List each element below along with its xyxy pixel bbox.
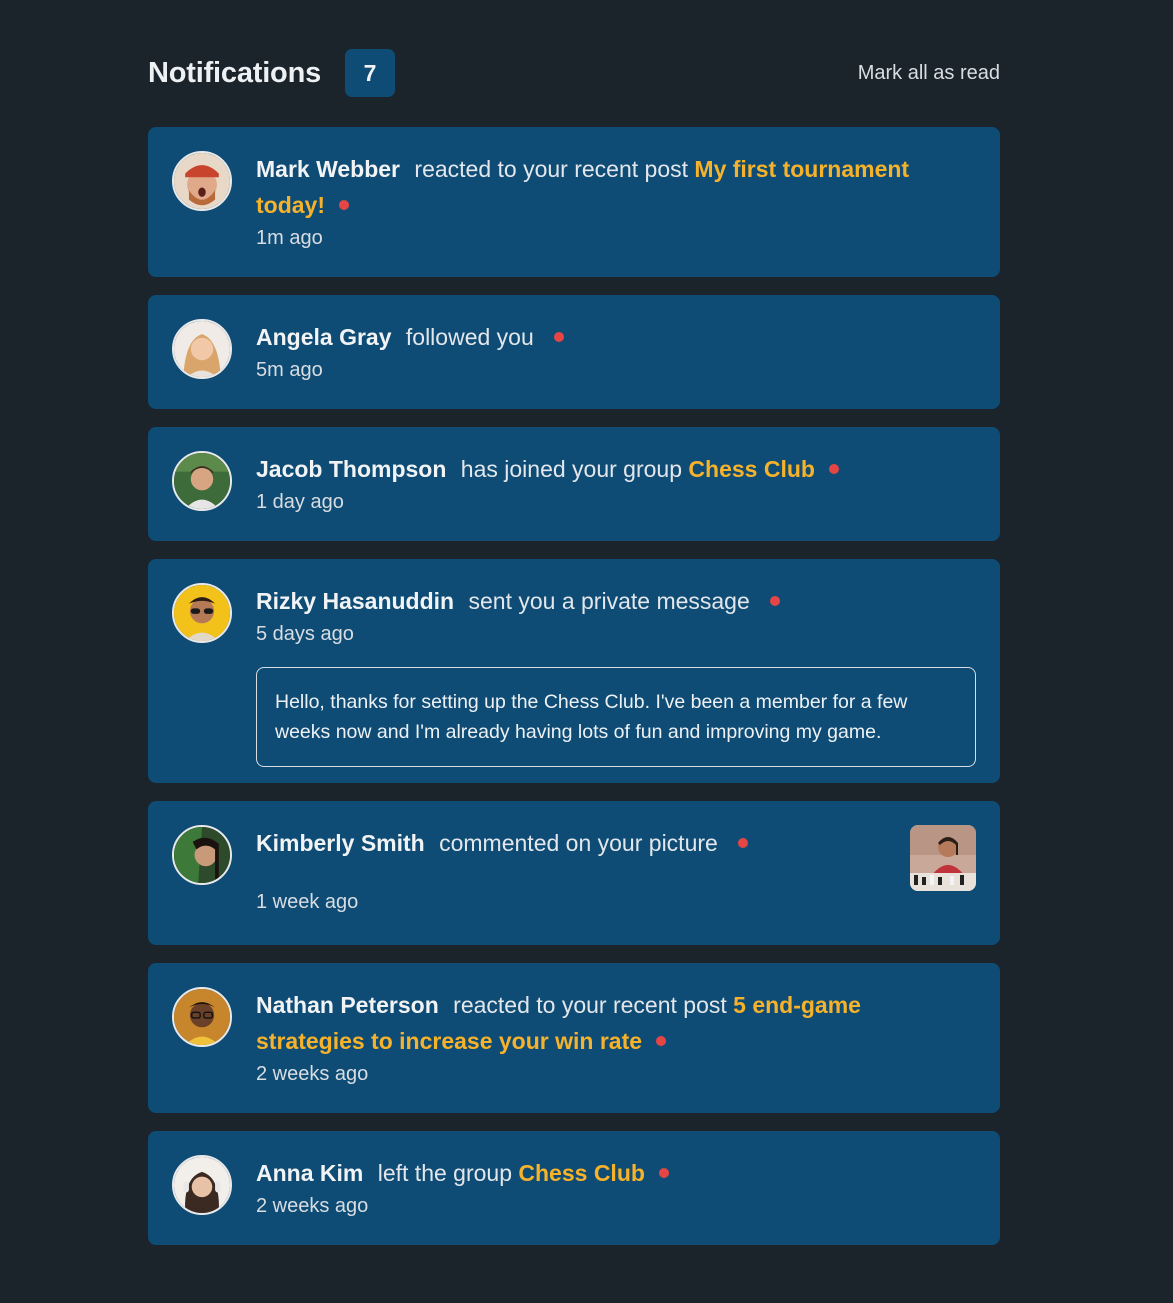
notification-text: Anna Kim left the group Chess Club [256, 1155, 976, 1191]
avatar-nathan-peterson-icon[interactable] [172, 987, 232, 1047]
timestamp: 5m ago [256, 359, 323, 381]
avatar-jacob-thompson-icon[interactable] [172, 451, 232, 511]
group-link[interactable]: Chess Club [518, 1160, 645, 1186]
avatar-angela-gray-icon[interactable] [172, 319, 232, 379]
notification-action: has joined your group [460, 456, 683, 482]
notification-action: reacted to your recent post [453, 992, 727, 1018]
user-name[interactable]: Angela Gray [256, 324, 392, 350]
notification-item[interactable]: Jacob Thompson has joined your group Che… [148, 427, 1000, 541]
notification-action: commented on your picture [439, 830, 718, 856]
notifications-panel: Notifications 7 Mark all as read Mark We… [148, 48, 1000, 1263]
notification-action: reacted to your recent post [414, 156, 689, 182]
user-name[interactable]: Mark Webber [256, 156, 400, 182]
avatar-mark-webber-icon[interactable] [172, 151, 232, 211]
timestamp: 5 days ago [256, 623, 354, 645]
notification-text: Mark Webber reacted to your recent post … [256, 151, 976, 223]
unread-dot-icon [339, 199, 349, 210]
notification-action: left the group [377, 1160, 512, 1186]
notification-item[interactable]: Nathan Peterson reacted to your recent p… [148, 963, 1000, 1113]
notification-text: Angela Gray followed you [256, 319, 976, 355]
user-name[interactable]: Jacob Thompson [256, 456, 446, 482]
unread-dot-icon [554, 331, 565, 342]
notification-item[interactable]: Angela Gray followed you 5m ago [148, 295, 1000, 409]
notification-action: followed you [405, 324, 534, 350]
notification-text: Rizky Hasanuddin sent you a private mess… [256, 583, 976, 619]
avatar-anna-kim-icon[interactable] [172, 1155, 232, 1215]
avatar-kimberly-smith-icon[interactable] [172, 825, 232, 885]
notification-item[interactable]: Mark Webber reacted to your recent post … [148, 127, 1000, 277]
timestamp: 2 weeks ago [256, 1063, 369, 1085]
avatar-rizky-hasanuddin-icon[interactable] [172, 583, 232, 643]
unread-count-badge: 7 [345, 49, 396, 97]
unread-dot-icon [656, 1035, 667, 1046]
user-name[interactable]: Nathan Peterson [256, 992, 439, 1018]
timestamp: 1m ago [256, 227, 323, 249]
notification-list: Mark Webber reacted to your recent post … [148, 127, 1000, 1245]
notification-text: Jacob Thompson has joined your group Che… [256, 451, 976, 487]
notification-text: Nathan Peterson reacted to your recent p… [256, 987, 976, 1059]
notification-item[interactable]: Kimberly Smith commented on your picture… [148, 801, 1000, 945]
user-name[interactable]: Kimberly Smith [256, 830, 425, 856]
unread-dot-icon [770, 595, 781, 606]
unread-dot-icon [828, 463, 839, 474]
group-link[interactable]: Chess Club [688, 456, 815, 482]
timestamp: 2 weeks ago [256, 1195, 369, 1217]
chess-picture-thumbnail-icon[interactable] [910, 825, 976, 891]
notifications-header: Notifications 7 Mark all as read [148, 48, 1000, 98]
timestamp: 1 week ago [256, 891, 359, 913]
unread-dot-icon [658, 1167, 669, 1178]
notification-action: sent you a private message [468, 588, 750, 614]
notification-item[interactable]: Rizky Hasanuddin sent you a private mess… [148, 559, 1000, 783]
notification-item[interactable]: Anna Kim left the group Chess Club 2 wee… [148, 1131, 1000, 1245]
timestamp: 1 day ago [256, 491, 344, 513]
page-title: Notifications [148, 56, 322, 89]
mark-all-as-read-button[interactable]: Mark all as read [858, 62, 1000, 85]
user-name[interactable]: Anna Kim [256, 1160, 363, 1186]
unread-dot-icon [738, 837, 749, 848]
user-name[interactable]: Rizky Hasanuddin [256, 588, 454, 614]
private-message-preview[interactable]: Hello, thanks for setting up the Chess C… [256, 667, 976, 767]
notification-text: Kimberly Smith commented on your picture [256, 825, 976, 861]
